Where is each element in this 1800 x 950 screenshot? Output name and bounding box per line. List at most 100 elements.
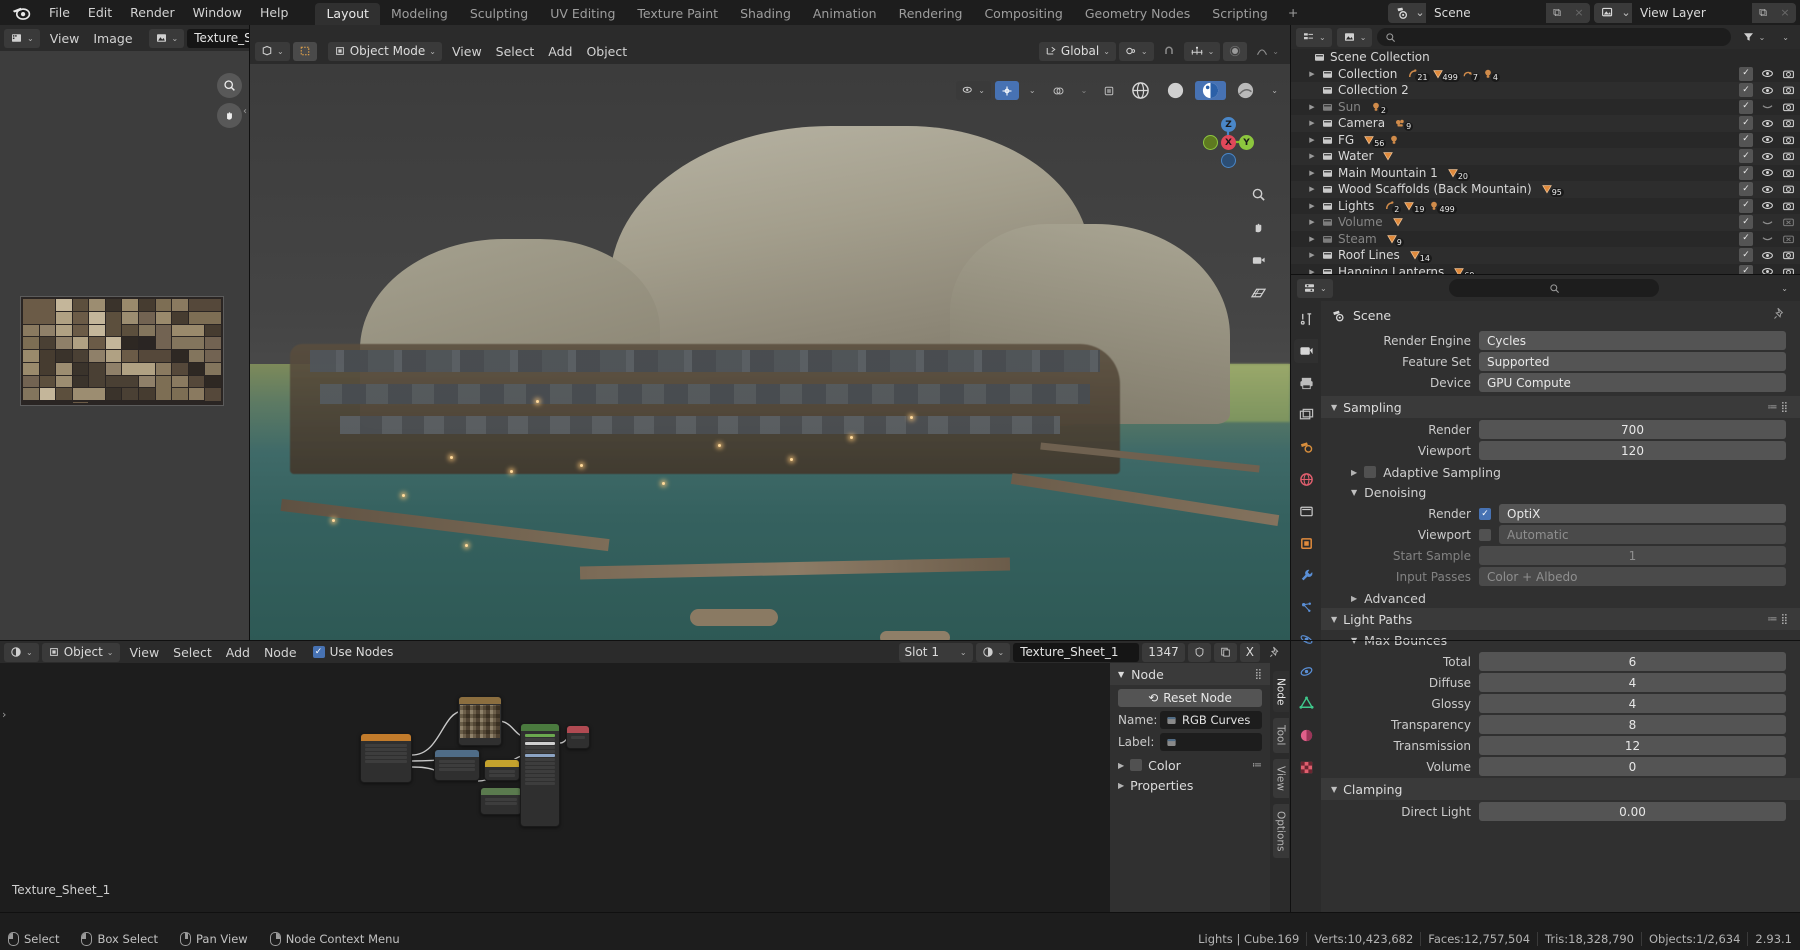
properties-options-dropdown[interactable]: ⌄ [1775, 279, 1794, 298]
editor-seam-horizontal[interactable] [0, 640, 1800, 641]
properties-editor-type-button[interactable]: ⌄ [1297, 279, 1333, 298]
outliner-render-toggle[interactable] [1781, 67, 1795, 81]
outliner-search-input[interactable] [1377, 28, 1730, 46]
menu-edit[interactable]: Edit [79, 3, 121, 22]
editor-seam-vertical-2[interactable] [249, 25, 250, 641]
node-color-checkbox[interactable] [1130, 759, 1142, 771]
node-mapping[interactable] [360, 733, 412, 783]
overlays-dropdown[interactable]: ⌄ [1075, 81, 1094, 100]
workspace-tab-animation[interactable]: Animation [802, 3, 888, 25]
denoising-render-dropdown[interactable]: OptiX [1499, 504, 1786, 523]
pin-icon[interactable] [1773, 307, 1786, 323]
outliner-row[interactable]: ▶Sun2✓ [1291, 99, 1800, 116]
blender-logo-icon[interactable] [8, 3, 34, 23]
outliner-checkbox[interactable]: ✓ [1739, 232, 1753, 246]
outliner-checkbox[interactable]: ✓ [1739, 166, 1753, 180]
outliner-render-toggle[interactable] [1781, 182, 1795, 196]
viewport-canvas[interactable]: ⌄ ⌄ ⌄ [250, 64, 1290, 641]
outliner-render-toggle[interactable] [1781, 83, 1795, 97]
outliner-render-toggle[interactable] [1781, 116, 1795, 130]
outliner-checkbox[interactable]: ✓ [1739, 199, 1753, 213]
outliner-row[interactable]: Collection 2✓ [1291, 82, 1800, 99]
outliner-checkbox[interactable]: ✓ [1739, 67, 1753, 81]
properties-tab-world[interactable] [1294, 467, 1318, 491]
node-mix[interactable] [484, 759, 520, 781]
properties-tab-scene[interactable] [1294, 435, 1318, 459]
outliner-checkbox[interactable]: ✓ [1739, 182, 1753, 196]
new-scene-icon[interactable]: ⧉ [1546, 3, 1568, 23]
material-name-field[interactable]: Texture_Sheet_1 [1013, 643, 1139, 662]
new-view-layer-icon[interactable]: ⧉ [1752, 3, 1774, 23]
node-menu-add[interactable]: Add [219, 644, 257, 661]
shader-type-dropdown[interactable]: Object ⌄ [42, 643, 120, 662]
denoising-render-checkbox[interactable]: ✓ [1479, 508, 1491, 520]
workspace-tab-rendering[interactable]: Rendering [888, 3, 974, 25]
direct-light-value[interactable]: 0.00 [1479, 802, 1786, 821]
gizmo-axis-x[interactable]: X [1221, 135, 1236, 150]
outliner-render-toggle[interactable] [1781, 199, 1795, 213]
outliner-visibility-toggle[interactable] [1760, 149, 1774, 163]
bounce-value[interactable]: 4 [1479, 694, 1786, 713]
outliner-expand-arrow[interactable]: ▶ [1305, 235, 1319, 243]
outliner-checkbox[interactable]: ✓ [1739, 116, 1753, 130]
outliner-visibility-toggle[interactable] [1760, 83, 1774, 97]
advanced-section-header[interactable]: ▶ Advanced [1321, 588, 1800, 608]
menu-window[interactable]: Window [184, 3, 251, 22]
scene-selector[interactable]: ⌄ Scene ⧉ × [1388, 3, 1590, 23]
bounce-value[interactable]: 6 [1479, 652, 1786, 671]
node-menu-view[interactable]: View [123, 644, 167, 661]
outliner-expand-arrow[interactable]: ▶ [1305, 136, 1319, 144]
properties-tab-constraints[interactable] [1294, 659, 1318, 683]
node-menu-select[interactable]: Select [166, 644, 219, 661]
adaptive-sampling-row[interactable]: ▶ Adaptive Sampling [1321, 462, 1800, 482]
object-mode-dropdown[interactable]: Object Mode ⌄ [328, 42, 442, 61]
gizmo-axis-neg-z[interactable] [1221, 153, 1236, 168]
outliner-checkbox[interactable]: ✓ [1739, 248, 1753, 262]
viewport-menu-object[interactable]: Object [579, 43, 634, 60]
material-browse-button[interactable]: ⌄ [976, 643, 1011, 662]
sampling-viewport-value[interactable]: 120 [1479, 441, 1786, 460]
viewport-editor-type-button[interactable]: ⌄ [255, 42, 290, 61]
node-color-section[interactable]: ▶ Color ≔ [1110, 755, 1270, 775]
outliner-display-mode-button[interactable]: ⌄ [1337, 28, 1373, 47]
snap-mode-dropdown[interactable]: ⌄ [1184, 42, 1221, 61]
view-layer-name[interactable]: View Layer [1632, 3, 1752, 23]
outliner-options-dropdown[interactable]: ⌄ [1776, 28, 1795, 47]
filter-icon[interactable]: ⌄ [1736, 28, 1772, 47]
properties-tab-output[interactable] [1294, 371, 1318, 395]
view-layer-selector[interactable]: ⌄ View Layer ⧉ × [1594, 3, 1796, 23]
outliner-checkbox[interactable]: ✓ [1739, 149, 1753, 163]
properties-tab-particles[interactable] [1294, 595, 1318, 619]
outliner-visibility-toggle[interactable] [1760, 100, 1774, 114]
input-passes-dropdown[interactable]: Color + Albedo [1479, 567, 1786, 586]
use-nodes-checkbox[interactable]: ✓ [313, 646, 325, 658]
node-name-field[interactable]: RGB Curves [1160, 711, 1262, 729]
sampling-render-value[interactable]: 700 [1479, 420, 1786, 439]
view-layer-unlink-icon[interactable]: × [1774, 3, 1796, 23]
node-properties-section[interactable]: ▶ Properties [1110, 775, 1270, 795]
select-tool-box[interactable] [293, 42, 317, 61]
node-label-field[interactable] [1160, 733, 1262, 751]
node-graph-canvas[interactable]: Texture_Sheet_1 › [0, 663, 1110, 913]
properties-tab-data[interactable] [1294, 691, 1318, 715]
menu-help[interactable]: Help [251, 3, 298, 22]
editor-seam-outliner-properties[interactable] [1291, 274, 1800, 275]
menu-render[interactable]: Render [121, 3, 184, 22]
outliner-visibility-toggle[interactable] [1760, 67, 1774, 81]
material-slot-dropdown[interactable]: Slot 1 ⌄ [899, 643, 973, 662]
outliner-visibility-toggle[interactable] [1760, 232, 1774, 246]
viewport-menu-add[interactable]: Add [541, 43, 579, 60]
scene-chevron-icon[interactable]: ⌄ [1414, 3, 1426, 23]
node-image-texture[interactable] [458, 696, 502, 746]
outliner-render-toggle[interactable] [1781, 149, 1795, 163]
node-value[interactable] [480, 787, 522, 815]
hand-icon[interactable] [217, 103, 242, 128]
node-editor-type-button[interactable]: ⌄ [4, 643, 39, 662]
outliner-visibility-toggle[interactable] [1760, 166, 1774, 180]
use-nodes-toggle[interactable]: ✓ Use Nodes [307, 643, 400, 662]
shading-solid-icon[interactable] [1160, 81, 1191, 100]
material-users-count[interactable]: 1347 [1142, 643, 1185, 662]
image-editor-menu-image[interactable]: Image [86, 30, 139, 47]
copy-icon[interactable] [1214, 643, 1237, 662]
image-editor-side-handle[interactable]: ‹ [243, 106, 247, 117]
